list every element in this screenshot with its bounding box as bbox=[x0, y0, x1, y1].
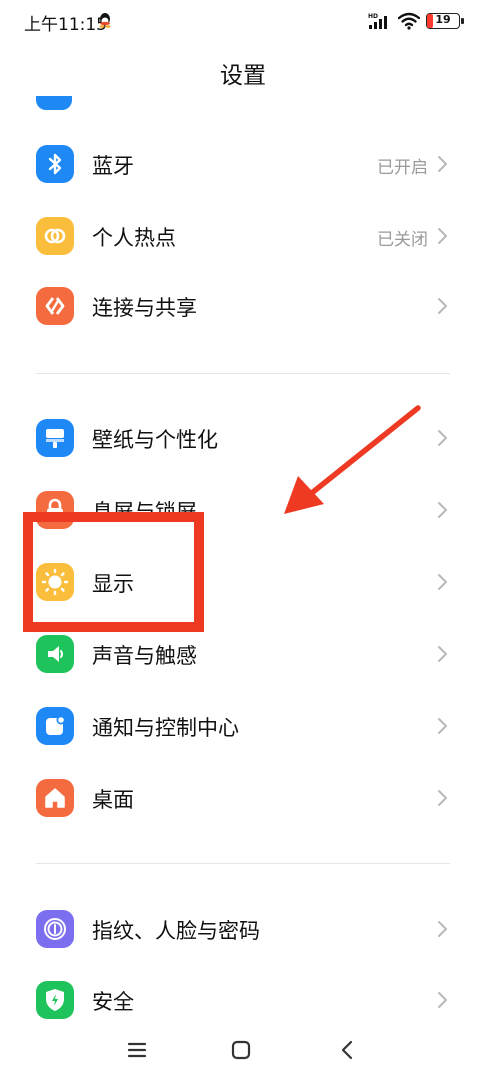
settings-row-hotspot[interactable]: 个人热点 已关闭 bbox=[0, 200, 486, 272]
row-label: 个人热点 bbox=[92, 226, 176, 250]
signal-icon: HD bbox=[368, 13, 387, 29]
row-label: 壁纸与个性化 bbox=[92, 428, 218, 452]
bluetooth-icon bbox=[36, 145, 74, 183]
home-screen-icon bbox=[36, 779, 74, 817]
battery-icon: 19 bbox=[426, 13, 464, 29]
row-label: 蓝牙 bbox=[92, 154, 134, 178]
row-label: 安全 bbox=[92, 990, 134, 1014]
connection-sharing-icon bbox=[36, 287, 74, 325]
hotspot-icon bbox=[36, 217, 74, 255]
row-label: 桌面 bbox=[92, 788, 134, 812]
back-icon[interactable] bbox=[332, 1036, 362, 1064]
settings-row-connection-sharing[interactable]: 连接与共享 bbox=[0, 270, 486, 342]
section-divider bbox=[36, 373, 450, 374]
settings-row-notifications[interactable]: 通知与控制中心 bbox=[0, 690, 486, 762]
chevron-right-icon bbox=[438, 430, 447, 446]
row-status: 已关闭 bbox=[377, 230, 428, 250]
fingerprint-icon bbox=[36, 910, 74, 948]
chevron-right-icon bbox=[438, 502, 447, 518]
row-status: 已开启 bbox=[377, 158, 428, 178]
chevron-right-icon bbox=[438, 298, 447, 314]
sound-icon bbox=[36, 635, 74, 673]
chevron-right-icon bbox=[438, 790, 447, 806]
row-label: 指纹、人脸与密码 bbox=[92, 919, 260, 943]
settings-row-home-screen[interactable]: 桌面 bbox=[0, 762, 486, 834]
status-bar: 上午11:15 HD 19 bbox=[0, 0, 486, 44]
row-label: 连接与共享 bbox=[92, 296, 197, 320]
page-title: 设置 bbox=[220, 63, 266, 89]
settings-row-fingerprint-face-password[interactable]: 指纹、人脸与密码 bbox=[0, 893, 486, 965]
chevron-right-icon bbox=[438, 574, 447, 590]
chevron-right-icon bbox=[438, 228, 447, 244]
home-icon[interactable] bbox=[226, 1036, 256, 1064]
notification-icon bbox=[36, 707, 74, 745]
wifi-icon bbox=[398, 12, 420, 30]
chevron-right-icon bbox=[438, 718, 447, 734]
section-divider bbox=[36, 863, 450, 864]
chevron-right-icon bbox=[438, 646, 447, 662]
settings-row-bluetooth[interactable]: 蓝牙 已开启 bbox=[0, 128, 486, 200]
menu-icon[interactable] bbox=[122, 1036, 152, 1064]
wlan-icon-partial bbox=[36, 96, 72, 114]
annotation-arrow bbox=[284, 405, 421, 514]
navigation-bar bbox=[0, 1022, 486, 1080]
chevron-right-icon bbox=[438, 156, 447, 172]
svg-text:HD: HD bbox=[368, 13, 378, 20]
row-label: 通知与控制中心 bbox=[92, 716, 239, 740]
chevron-right-icon bbox=[438, 921, 447, 937]
security-shield-icon bbox=[36, 981, 74, 1019]
battery-level-text: 19 bbox=[435, 13, 451, 26]
qq-notification-icon bbox=[99, 13, 111, 28]
status-icons: HD 19 bbox=[368, 10, 464, 32]
highlight-box bbox=[23, 512, 204, 632]
chevron-right-icon bbox=[438, 992, 447, 1008]
row-label: 声音与触感 bbox=[92, 644, 197, 668]
wallpaper-icon bbox=[36, 419, 74, 457]
status-time: 上午11:15 bbox=[24, 15, 107, 35]
